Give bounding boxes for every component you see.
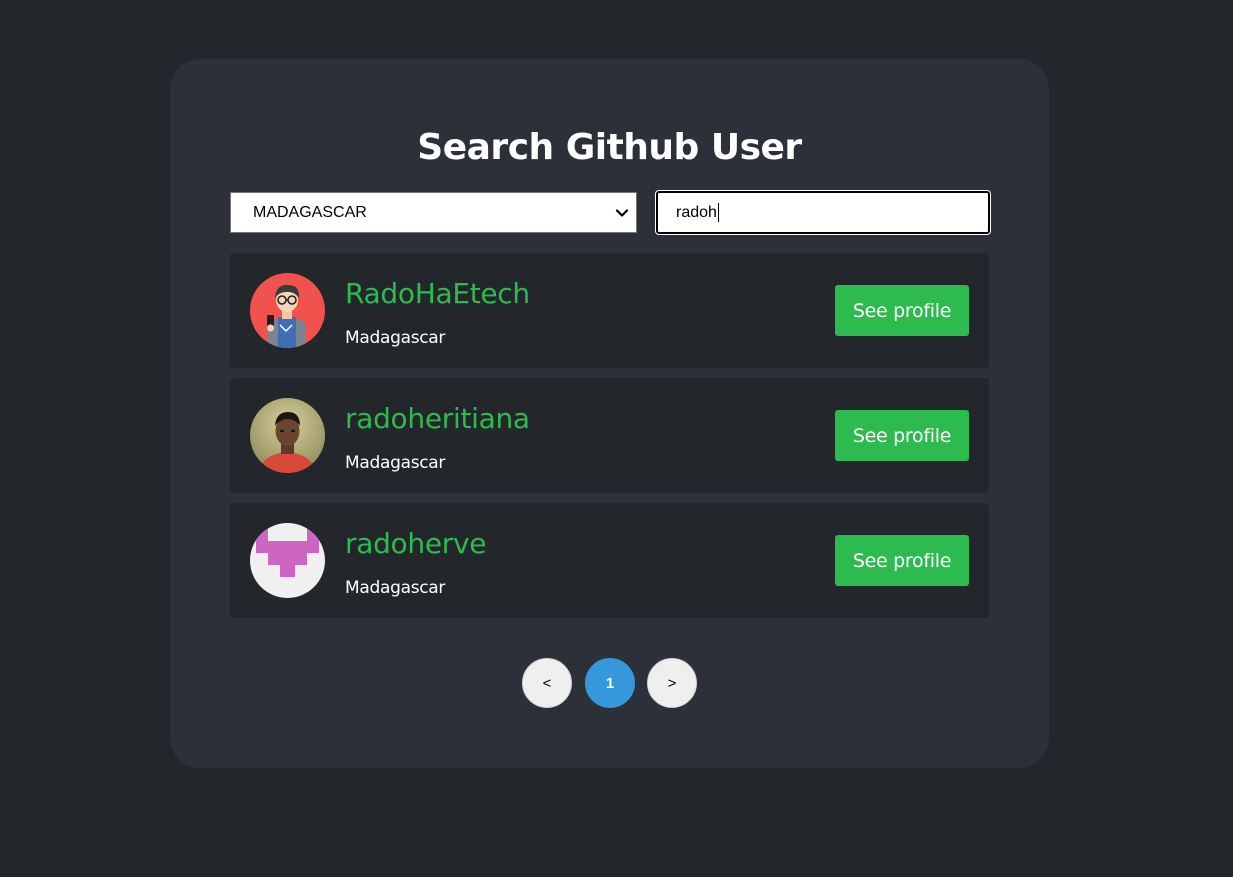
previous-page-button[interactable]: < bbox=[522, 658, 572, 708]
next-page-button[interactable]: > bbox=[647, 658, 697, 708]
user-country: Madagascar bbox=[345, 578, 446, 598]
user-login[interactable]: radoheritiana bbox=[345, 401, 530, 437]
cartoon-developer-avatar bbox=[250, 273, 325, 348]
country-select-value: MADAGASCAR bbox=[253, 203, 367, 221]
user-row: radoherve Madagascar See profile bbox=[230, 503, 989, 618]
user-login[interactable]: radoherve bbox=[345, 526, 486, 562]
see-profile-button[interactable]: See profile bbox=[835, 285, 969, 336]
chevron-down-icon bbox=[615, 209, 629, 217]
page-title: Search Github User bbox=[417, 127, 802, 168]
see-profile-button[interactable]: See profile bbox=[835, 410, 969, 461]
text-caret bbox=[717, 203, 719, 222]
user-country: Madagascar bbox=[345, 453, 446, 473]
search-input[interactable]: radoh bbox=[656, 191, 990, 234]
user-country: Madagascar bbox=[345, 328, 446, 348]
country-select[interactable]: MADAGASCAR bbox=[230, 192, 637, 233]
user-row: radoheritiana Madagascar See profile bbox=[230, 378, 989, 493]
see-profile-button[interactable]: See profile bbox=[835, 535, 969, 586]
page-1-button[interactable]: 1 bbox=[585, 658, 635, 708]
user-row: RadoHaEtech Madagascar See profile bbox=[230, 253, 989, 368]
search-input-value: radoh bbox=[676, 203, 717, 221]
photo-avatar bbox=[250, 398, 325, 473]
identicon-avatar bbox=[250, 523, 325, 598]
user-login[interactable]: RadoHaEtech bbox=[345, 276, 530, 312]
